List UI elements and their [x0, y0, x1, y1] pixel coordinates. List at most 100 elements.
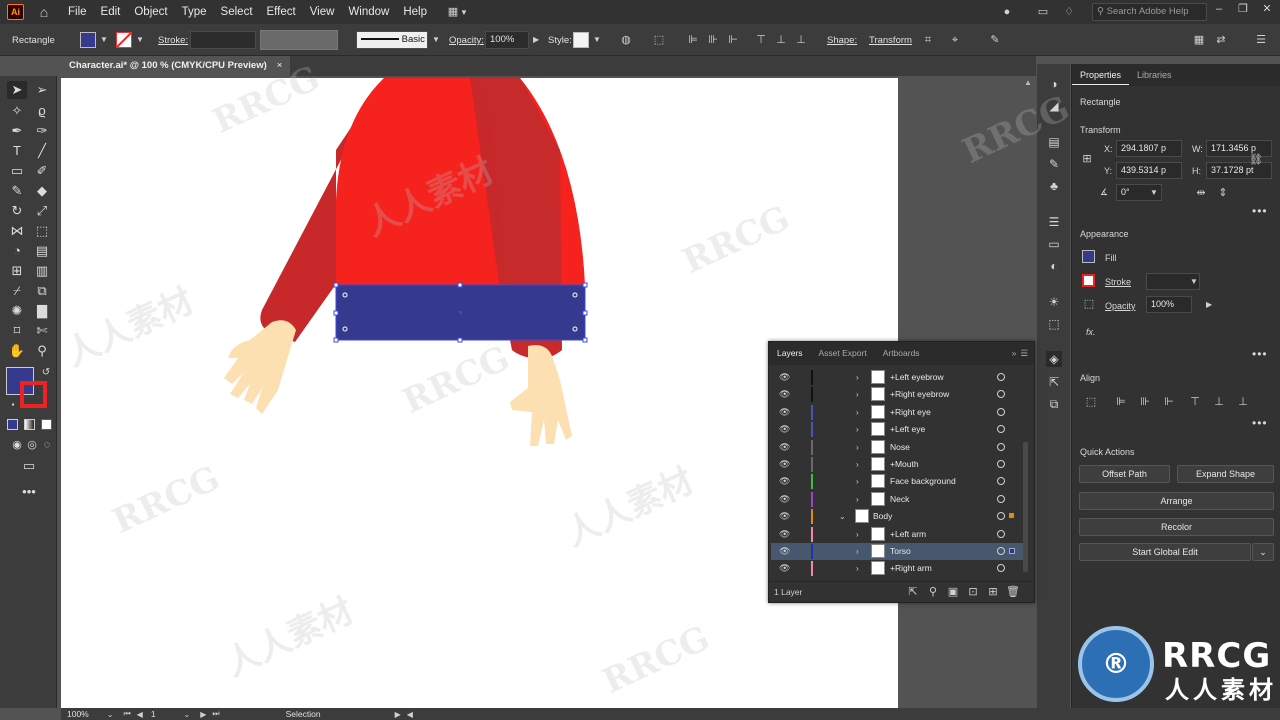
visibility-eye-icon[interactable]: 👁 — [779, 493, 791, 506]
selection-tool-icon[interactable]: ➤ — [7, 81, 27, 99]
status-menu-icon[interactable]: ▶ — [395, 710, 401, 719]
chevron-right-icon[interactable]: › — [856, 543, 859, 560]
eraser-tool-icon[interactable]: ◆ — [32, 182, 52, 200]
locate-object-icon[interactable]: ⚲ — [926, 585, 940, 599]
align-right-icon[interactable]: ⊩ — [1162, 395, 1176, 409]
zoom-level[interactable]: 100% — [67, 709, 89, 719]
blend-tool-icon[interactable]: ⧉ — [32, 282, 52, 300]
layer-row[interactable]: 👁 › +Right arm — [771, 560, 1023, 577]
y-field[interactable]: 439.5314 p — [1116, 162, 1182, 179]
next-artboard-icon[interactable]: ▶ — [200, 710, 206, 719]
chevron-right-icon[interactable]: ▶ — [533, 35, 539, 44]
collapse-panel-icon[interactable]: » — [1004, 342, 1019, 365]
layer-row[interactable]: 👁 › +Right eye — [771, 404, 1023, 421]
chevron-right-icon[interactable]: › — [856, 421, 859, 438]
swap-colors-icon[interactable]: ↺ — [36, 364, 56, 382]
puppet-warp-icon[interactable]: ✎ — [988, 33, 1002, 47]
hand-tool-icon[interactable]: ✋ — [7, 342, 27, 360]
layer-name[interactable]: Body — [873, 508, 892, 525]
selection-indicator[interactable] — [1009, 548, 1015, 554]
appearance-fill-swatch[interactable] — [1082, 250, 1095, 263]
more-align-options-icon[interactable]: ••• — [1252, 416, 1268, 430]
stroke-label[interactable]: Stroke — [1105, 277, 1131, 287]
more-transform-options-icon[interactable]: ••• — [1252, 204, 1268, 218]
global-edit-options-button[interactable]: ⌄ — [1252, 543, 1274, 561]
visibility-eye-icon[interactable]: 👁 — [779, 388, 791, 401]
menu-window[interactable]: Window — [341, 0, 396, 24]
align-hcenter-icon[interactable]: ⊪ — [706, 33, 720, 47]
chevron-down-icon[interactable]: ⌄ — [107, 710, 114, 719]
restore-icon[interactable]: ❐ — [1236, 2, 1250, 16]
chevron-right-icon[interactable]: › — [856, 369, 859, 386]
zoom-tool-icon[interactable]: ⚲ — [32, 342, 52, 360]
brush-definition[interactable]: Basic — [356, 31, 428, 49]
graphic-style-swatch[interactable] — [573, 32, 589, 48]
scroll-up-icon[interactable]: ▲ — [1022, 78, 1034, 87]
arrange-button[interactable]: Arrange — [1079, 492, 1274, 510]
transform-link[interactable]: Transform — [869, 35, 912, 46]
chevron-right-icon[interactable]: › — [856, 491, 859, 508]
free-transform-tool-icon[interactable]: ⬚ — [32, 222, 52, 240]
chevron-right-icon[interactable]: › — [856, 473, 859, 490]
layer-row[interactable]: 👁 › Nose — [771, 439, 1023, 456]
warp-icon[interactable]: ⌖ — [948, 33, 962, 47]
layers-scrollbar[interactable] — [1023, 442, 1028, 572]
start-global-edit-button[interactable]: Start Global Edit — [1079, 543, 1251, 561]
chevron-down-icon[interactable]: ▼ — [136, 35, 144, 44]
layer-row[interactable]: 👁 › Neck — [771, 491, 1023, 508]
arrange-icon[interactable]: ⇄ — [1214, 33, 1228, 47]
slice-tool-icon[interactable]: ✄ — [32, 322, 52, 340]
shaper-tool-icon[interactable]: ✎ — [7, 182, 27, 200]
transparency-icon[interactable]: ◐ — [1046, 258, 1062, 274]
layer-row[interactable]: 👁 › Torso — [771, 543, 1023, 560]
align-to-icon[interactable]: ⬚ — [1084, 395, 1098, 409]
align-right-icon[interactable]: ⊩ — [726, 33, 740, 47]
align-vcenter-icon[interactable]: ⊥ — [774, 33, 788, 47]
align-top-icon[interactable]: ⊤ — [1188, 395, 1202, 409]
menu-type[interactable]: Type — [175, 0, 214, 24]
align-left-icon[interactable]: ⊫ — [686, 33, 700, 47]
appearance-icon[interactable]: ☀ — [1046, 294, 1062, 310]
chevron-down-icon[interactable]: ▼ — [1150, 188, 1158, 197]
chevron-down-icon[interactable]: ▼ — [593, 35, 601, 44]
last-artboard-icon[interactable]: ⏭ — [212, 709, 219, 719]
type-tool-icon[interactable]: T — [7, 142, 27, 160]
tab-close-icon[interactable]: × — [277, 56, 283, 76]
opacity-label[interactable]: Opacity — [1105, 301, 1136, 311]
align-vcenter-icon[interactable]: ⊥ — [1212, 395, 1226, 409]
stroke-panel-icon[interactable]: ☰ — [1046, 214, 1062, 230]
flip-vertical-icon[interactable]: ⇕ — [1216, 186, 1230, 200]
rectangle-tool-icon[interactable]: ▭ — [7, 162, 27, 180]
visibility-eye-icon[interactable]: 👁 — [779, 510, 791, 523]
artboards-panel-icon[interactable]: ⧉ — [1046, 396, 1062, 412]
panel-layout-icon[interactable]: ▦ — [1192, 33, 1206, 47]
eyedropper-tool-icon[interactable]: ⌿ — [7, 282, 27, 300]
tab-properties[interactable]: Properties — [1072, 65, 1130, 85]
align-to-icon[interactable]: ⬚ — [652, 33, 666, 47]
screen-mode-icon[interactable]: ▭ — [19, 457, 39, 475]
menu-object[interactable]: Object — [127, 0, 174, 24]
visibility-eye-icon[interactable]: 👁 — [779, 371, 791, 384]
visibility-eye-icon[interactable]: 👁 — [779, 458, 791, 471]
document-tab[interactable]: Character.ai* @ 100 % (CMYK/CPU Preview)… — [61, 56, 291, 76]
align-hcenter-icon[interactable]: ⊪ — [1138, 395, 1152, 409]
tab-asset-export[interactable]: Asset Export — [811, 342, 875, 365]
layer-name[interactable]: +Left eye — [890, 421, 925, 438]
layers-panel-icon[interactable]: ◈ — [1046, 351, 1062, 367]
align-top-icon[interactable]: ⊤ — [754, 33, 768, 47]
fill-swatch[interactable] — [80, 32, 96, 48]
tab-libraries[interactable]: Libraries — [1129, 65, 1180, 85]
layer-name[interactable]: Nose — [890, 439, 910, 456]
target-circle-icon[interactable] — [997, 407, 1005, 416]
artboard-number[interactable]: 1 — [151, 709, 156, 719]
menu-view[interactable]: View — [303, 0, 342, 24]
layer-name[interactable]: Torso — [890, 543, 911, 560]
menu-edit[interactable]: Edit — [94, 0, 128, 24]
scroll-left-icon[interactable]: ◀ — [407, 710, 413, 719]
visibility-eye-icon[interactable]: 👁 — [779, 545, 791, 558]
lasso-tool-icon[interactable]: ϱ — [32, 102, 52, 120]
chevron-down-icon[interactable]: ▼ — [100, 35, 108, 44]
x-field[interactable]: 294.1807 p — [1116, 140, 1182, 157]
image-trace-icon[interactable]: ⬚ — [1046, 316, 1062, 332]
layer-name[interactable]: +Mouth — [890, 456, 919, 473]
